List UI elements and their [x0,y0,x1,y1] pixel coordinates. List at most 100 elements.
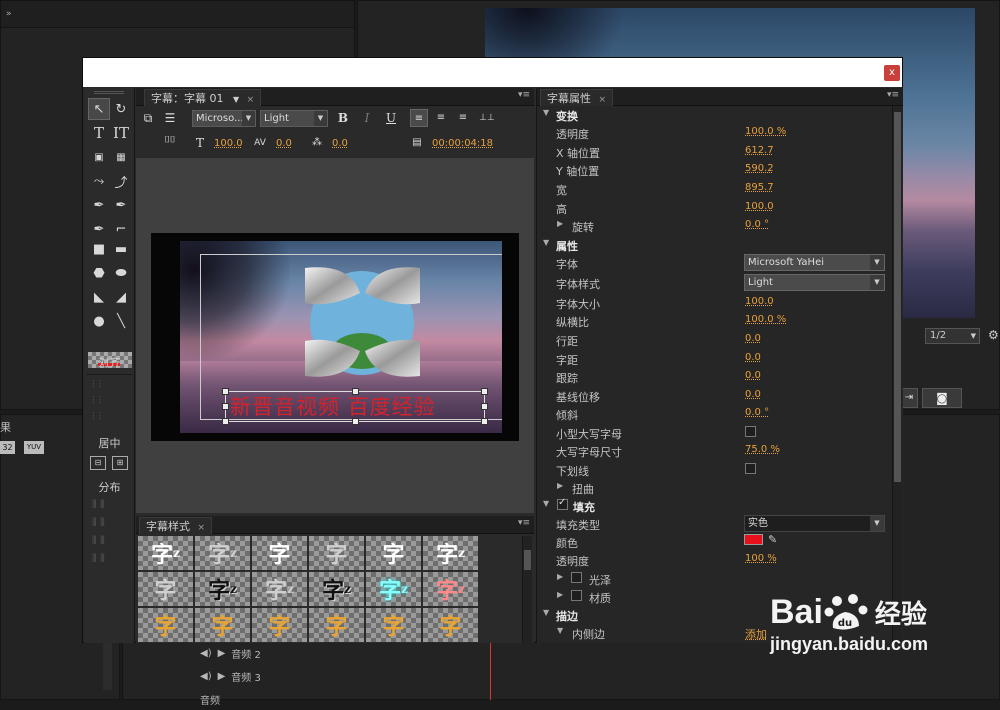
scroll-thumb[interactable] [524,550,531,570]
scroll-thumb[interactable] [894,112,901,482]
expand-triangle-icon[interactable]: ▶ [557,219,563,228]
expand-triangle-icon[interactable]: ▼ [543,108,549,117]
rotate-icon[interactable]: ↻ [110,98,132,120]
style-swatch[interactable]: 字z [309,572,364,606]
style-swatch[interactable]: 字 [252,536,307,570]
resize-handle[interactable] [481,418,488,425]
rounded-rectangle-icon[interactable]: ▬ [110,238,132,260]
expand-triangle-icon[interactable]: ▶ [557,572,563,581]
small-caps-size-value[interactable]: 75.0 % [745,444,780,455]
y-position-value[interactable]: 590.2 [745,163,774,174]
resize-handle[interactable] [481,403,488,410]
texture-checkbox[interactable] [571,590,582,601]
speaker-icon[interactable]: ◀) [200,648,212,659]
distribute-left-icon[interactable]: ⫴ ⫴ [92,498,105,512]
small-caps-checkbox[interactable] [745,426,756,437]
clipped-corner-icon[interactable]: ⬣ [88,262,110,284]
aspect-value[interactable]: 100.0 % [745,314,786,325]
track-audio-3[interactable]: ◀) ▶ 音频 3 [190,665,490,687]
center-horizontal-icon[interactable]: ⊟ [90,456,106,470]
speaker-icon[interactable]: ◀) [200,671,212,682]
vertical-area-type-icon[interactable]: ▦ [110,146,132,168]
vertical-type-icon[interactable]: IT [110,122,132,144]
close-icon[interactable]: × [247,95,255,105]
fill-opacity-value[interactable]: 100 % [745,553,777,564]
underline-button[interactable]: U [382,109,400,127]
resize-handle[interactable] [222,418,229,425]
line-icon[interactable]: ╲ [110,310,132,332]
width-value[interactable]: 895.7 [745,182,774,193]
fill-checkbox[interactable] [557,497,568,510]
leading-value[interactable]: 0.0 [332,138,348,149]
section-fill[interactable]: ▼填充 [537,497,887,515]
slant-value[interactable]: 0.0 ° [745,407,769,418]
style-swatch[interactable]: 字z [252,572,307,606]
close-button[interactable]: x [884,65,900,81]
style-swatch[interactable]: 字 [195,608,250,642]
styles-scrollbar[interactable] [522,536,532,643]
bold-button[interactable]: B [334,109,352,127]
delete-anchor-icon[interactable]: ✒ [110,194,132,216]
resize-handle[interactable] [352,388,359,395]
tab-title-properties[interactable]: 字幕属性 × [540,89,614,106]
style-swatch[interactable]: 字 [138,572,193,606]
expand-triangle-icon[interactable]: ▶ [557,590,563,599]
tab-title-editor[interactable]: 字幕：字幕 01 ▼ × [144,89,262,106]
distribute-right-icon[interactable]: ⫴ ⫴ [92,534,105,548]
effects-tab[interactable]: 果 [0,419,11,435]
style-swatch[interactable]: 字z [423,572,478,606]
style-swatch[interactable]: 字z [195,572,250,606]
style-swatch[interactable]: 字 [366,608,421,642]
prop-rotation[interactable]: ▶ 旋转 0.0 ° [537,217,887,235]
panel-menu-icon[interactable]: ▾≡ [887,90,899,100]
title-from-template-icon[interactable]: ⧉ [139,109,157,127]
title-canvas[interactable]: 新晋音视频 百度经验 [136,158,534,513]
prop-sheen[interactable]: ▶ 光泽 [537,570,887,588]
font-style-select[interactable]: Light ▼ [260,110,328,127]
badge-yuv[interactable]: YUV [24,441,44,454]
convert-anchor-icon[interactable]: ⌐ [110,218,132,240]
resize-handle[interactable] [222,403,229,410]
properties-scrollbar[interactable] [892,106,902,643]
path-type-icon[interactable]: ⤳ [88,170,110,192]
resize-handle[interactable] [481,388,488,395]
tab-stops-text-icon[interactable]: ⊥⊥ [478,109,496,127]
font-family-select[interactable]: Microso... ▼ [192,110,256,127]
leading-prop-value[interactable]: 0.0 [745,333,761,344]
font-size-prop-value[interactable]: 100.0 [745,296,774,307]
tracking-value[interactable]: 0.0 [745,370,761,381]
close-icon[interactable]: × [198,523,206,533]
section-properties[interactable]: ▼ 属性 [537,236,887,254]
style-swatch[interactable]: 字z [366,572,421,606]
select-icon[interactable]: ↖ [88,98,110,120]
align-right-text-icon[interactable]: ≡ [454,109,472,127]
underline-checkbox[interactable] [745,463,756,474]
dialog-titlebar[interactable] [83,58,902,87]
section-transform[interactable]: ▼ 变换 [537,106,887,124]
style-swatch[interactable]: 字 [423,608,478,642]
style-swatch[interactable]: 字 [252,608,307,642]
camera-icon[interactable]: ◙ [922,388,962,408]
arc-icon[interactable]: ◢ [110,286,132,308]
distribute-center-icon[interactable]: ⫴ ⫴ [92,516,105,530]
rotation-value[interactable]: 0.0 ° [745,219,769,230]
sheen-checkbox[interactable] [571,572,582,583]
badge-32[interactable]: 32 [0,441,15,454]
baseline-value[interactable]: 0.0 [745,389,761,400]
track-audio-master[interactable]: 音频 [190,688,490,710]
panel-menu-icon[interactable]: ▾≡ [518,90,530,100]
style-swatch[interactable]: 字z [195,536,250,570]
style-swatch[interactable]: 字 [309,608,364,642]
align-center-text-icon[interactable]: ≡ [432,109,450,127]
pen-icon[interactable]: ✒ [88,194,110,216]
track-audio-2[interactable]: ◀) ▶ 音频 2 [190,642,490,664]
close-icon[interactable]: × [599,95,607,105]
tab-title-styles[interactable]: 字幕样式 × [139,517,213,534]
wedge-icon[interactable]: ◣ [88,286,110,308]
vertical-path-type-icon[interactable]: ⤴ [110,170,132,192]
style-swatch[interactable]: 字z [138,536,193,570]
prop-distort[interactable]: ▶ 扭曲 [537,479,887,497]
expand-triangle-icon[interactable]: ▼ [557,626,563,635]
align-left-text-icon[interactable]: ≡ [410,109,428,127]
kerning-value[interactable]: 0.0 [276,138,292,149]
